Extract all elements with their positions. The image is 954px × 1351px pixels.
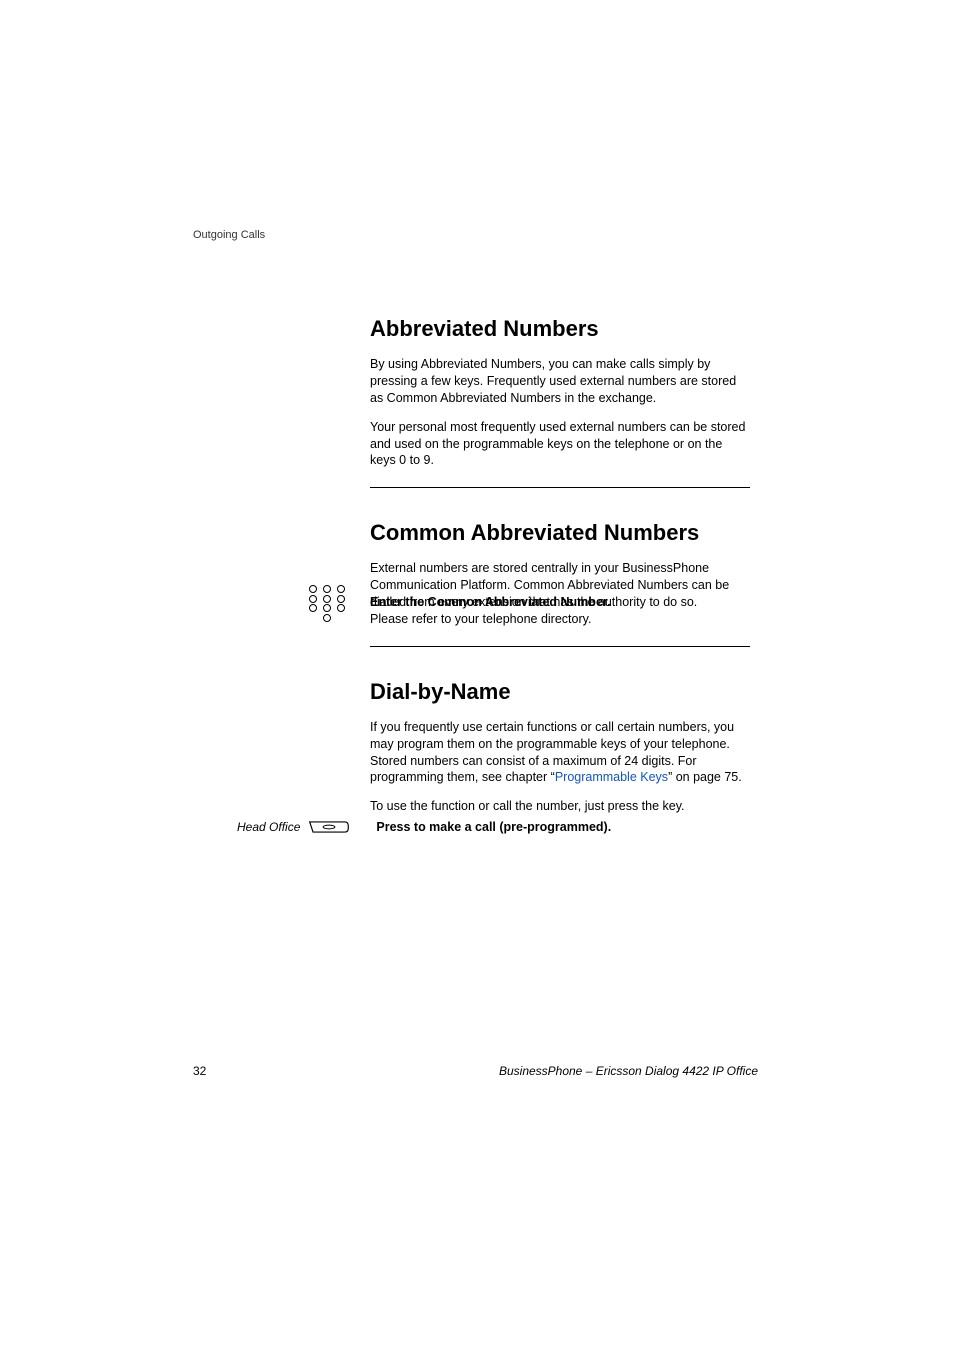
common-sub-line: Please refer to your telephone directory… bbox=[370, 611, 750, 628]
keypad-icon bbox=[309, 585, 345, 622]
heading-common-abbrev: Common Abbreviated Numbers bbox=[370, 520, 750, 546]
page-number: 32 bbox=[193, 1064, 206, 1078]
dial-para1: If you frequently use certain functions … bbox=[370, 719, 750, 787]
head-office-key-row: Head Office Press to make a call (pre-pr… bbox=[237, 819, 611, 836]
common-instruction-block: Enter the Common Abbreviated Number. Ple… bbox=[370, 594, 750, 827]
heading-abbreviated-numbers: Abbreviated Numbers bbox=[370, 316, 750, 342]
programmable-keys-link[interactable]: Programmable Keys bbox=[555, 770, 668, 784]
programmable-key-icon bbox=[308, 820, 350, 834]
dial-para1-b: ” on page 75. bbox=[668, 770, 742, 784]
heading-dial-by-name: Dial-by-Name bbox=[370, 679, 750, 705]
dial-para2: To use the function or call the number, … bbox=[370, 798, 750, 815]
main-content: Abbreviated Numbers By using Abbreviated… bbox=[370, 316, 750, 623]
divider bbox=[370, 646, 750, 647]
abbrev-para2: Your personal most frequently used exter… bbox=[370, 419, 750, 470]
abbrev-para1: By using Abbreviated Numbers, you can ma… bbox=[370, 356, 750, 407]
divider bbox=[370, 487, 750, 488]
dial-bold-line: Press to make a call (pre-programmed). bbox=[376, 819, 611, 836]
head-office-label: Head Office bbox=[237, 820, 300, 834]
common-bold-line: Enter the Common Abbreviated Number. bbox=[370, 594, 750, 611]
footer-doc-title: BusinessPhone – Ericsson Dialog 4422 IP … bbox=[499, 1064, 758, 1078]
page-header-section: Outgoing Calls bbox=[193, 229, 265, 241]
